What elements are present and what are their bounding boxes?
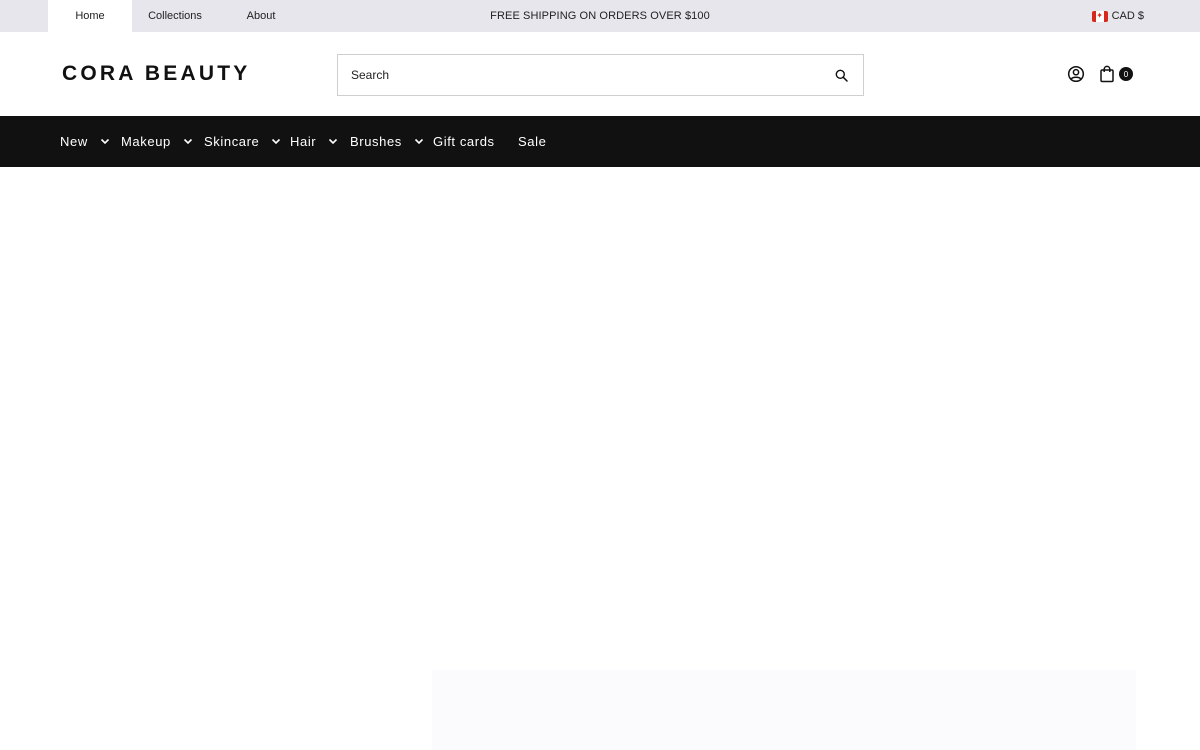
nav-item-label: New	[60, 134, 88, 149]
user-circle-icon	[1067, 65, 1085, 83]
top-nav-collections[interactable]: Collections	[132, 0, 218, 32]
account-button[interactable]	[1066, 64, 1086, 84]
currency-selector[interactable]: ✦ CAD $	[1091, 0, 1144, 32]
header-actions: 0	[1066, 64, 1133, 84]
nav-item-label: Sale	[518, 134, 547, 149]
nav-item-label: Skincare	[204, 134, 260, 149]
shopping-bag-icon	[1100, 65, 1114, 83]
chevron-down-icon	[271, 138, 281, 145]
search-icon	[835, 69, 848, 82]
cart-button[interactable]: 0	[1099, 65, 1133, 83]
nav-item-label: Makeup	[121, 134, 171, 149]
content-placeholder	[432, 670, 1136, 750]
nav-item-skincare[interactable]: Skincare	[204, 116, 290, 167]
currency-label: CAD $	[1111, 10, 1144, 22]
search-button[interactable]	[819, 55, 863, 95]
chevron-down-icon	[100, 138, 110, 145]
main-content	[0, 167, 1200, 750]
nav-item-label: Gift cards	[433, 134, 495, 149]
store-logo[interactable]: CORA BEAUTY	[62, 62, 250, 86]
top-navigation: Home Collections About	[48, 0, 304, 32]
nav-item-new[interactable]: New	[60, 116, 121, 167]
main-navigation: New Makeup Skincare Hair Brushes Gift ca…	[0, 116, 1200, 167]
top-nav-home[interactable]: Home	[48, 0, 132, 32]
site-header: CORA BEAUTY 0	[0, 32, 1200, 116]
announcement-bar: Home Collections About FREE SHIPPING ON …	[0, 0, 1200, 32]
nav-item-gift-cards[interactable]: Gift cards	[433, 116, 518, 167]
chevron-down-icon	[183, 138, 193, 145]
nav-item-label: Brushes	[350, 134, 402, 149]
canada-flag-icon: ✦	[1091, 10, 1108, 22]
nav-item-makeup[interactable]: Makeup	[121, 116, 204, 167]
nav-item-hair[interactable]: Hair	[290, 116, 350, 167]
nav-item-sale[interactable]: Sale	[518, 116, 546, 167]
chevron-down-icon	[328, 138, 338, 145]
free-shipping-message: FREE SHIPPING ON ORDERS OVER $100	[490, 10, 710, 22]
top-nav-about[interactable]: About	[218, 0, 304, 32]
cart-count-badge: 0	[1119, 67, 1133, 81]
search-bar	[337, 54, 864, 96]
chevron-down-icon	[414, 138, 424, 145]
nav-item-brushes[interactable]: Brushes	[350, 116, 433, 167]
nav-item-label: Hair	[290, 134, 317, 149]
search-input[interactable]	[338, 55, 819, 95]
